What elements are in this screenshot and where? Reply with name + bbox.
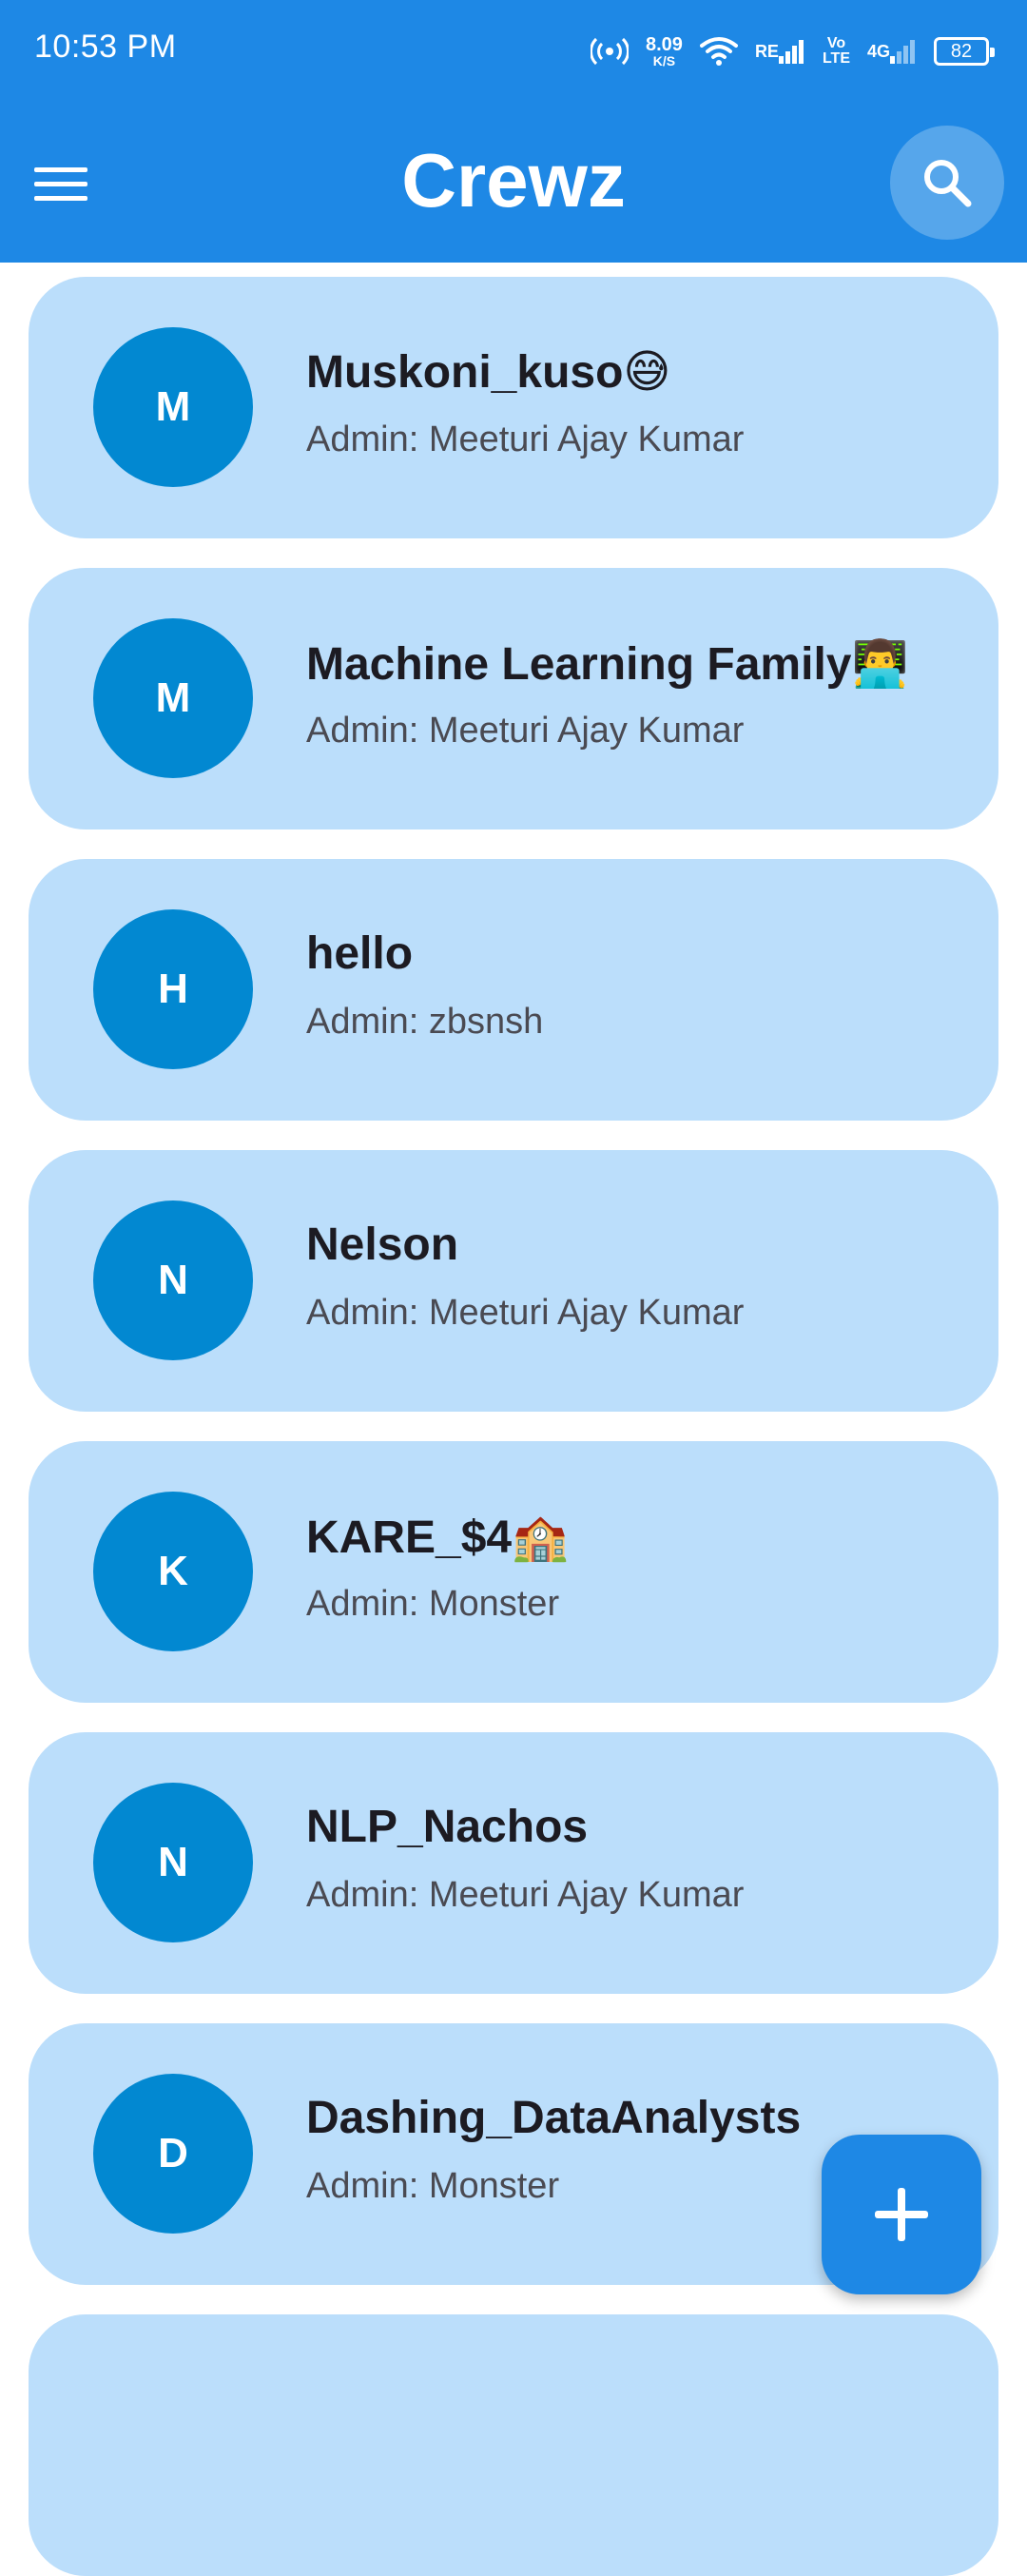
signal-bars-icon: [778, 40, 804, 64]
crew-card[interactable]: H hello Admin: zbsnsh: [29, 859, 998, 1121]
volte-bottom: LTE: [822, 50, 850, 67]
signal-2: 4G: [867, 39, 917, 64]
crew-name: Dashing_DataAnalysts: [306, 2093, 802, 2143]
hotspot-icon: [591, 35, 629, 68]
signal1-label: RE: [754, 42, 779, 61]
search-button[interactable]: [890, 126, 1004, 240]
volte-top: Vo: [826, 35, 846, 51]
plus-icon: [875, 2188, 928, 2241]
crew-name: NLP_Nachos: [306, 1802, 589, 1852]
app-title: Crewz: [401, 138, 626, 223]
crew-admin: Admin: Monster: [306, 1584, 560, 1624]
crew-admin: Admin: Meeturi Ajay Kumar: [306, 1875, 745, 1915]
crew-card[interactable]: M Machine Learning Family👨‍💻 Admin: Meet…: [29, 568, 998, 829]
crew-name: Machine Learning Family👨‍💻: [306, 639, 909, 690]
crew-card[interactable]: K KARE_$4🏫 Admin: Monster: [29, 1441, 998, 1703]
volte-indicator: Vo LTE: [823, 36, 850, 67]
signal-bars-weak-icon: [890, 40, 915, 64]
crew-admin: Admin: zbsnsh: [306, 1002, 544, 1042]
signal2-label: 4G: [866, 42, 890, 61]
crew-admin: Admin: Meeturi Ajay Kumar: [306, 420, 745, 459]
avatar: H: [93, 909, 253, 1069]
crew-admin: Admin: Monster: [306, 2166, 560, 2206]
crew-card-partial[interactable]: [29, 2314, 998, 2576]
net-speed-unit: K/S: [652, 53, 676, 68]
signal-1: RE: [755, 39, 805, 64]
crew-admin: Admin: Meeturi Ajay Kumar: [306, 1293, 745, 1333]
app-bar: Crewz: [0, 103, 1027, 263]
battery-icon: 82: [934, 37, 995, 66]
status-bar: 10:53 PM 8.09 K/S RE Vo LTE 4G 82: [0, 0, 1027, 103]
crew-name: KARE_$4🏫: [306, 1512, 569, 1563]
wifi-icon: [699, 36, 738, 67]
status-icons: 8.09 K/S RE Vo LTE 4G 82: [591, 25, 995, 78]
crew-admin: Admin: Meeturi Ajay Kumar: [306, 711, 745, 751]
search-icon: [924, 160, 972, 207]
crew-name: Nelson: [306, 1220, 459, 1270]
add-crew-button[interactable]: [822, 2135, 981, 2294]
avatar: N: [93, 1783, 253, 1942]
crew-card[interactable]: N NLP_Nachos Admin: Meeturi Ajay Kumar: [29, 1732, 998, 1994]
avatar: D: [93, 2074, 253, 2234]
net-speed-value: 8.09: [646, 34, 683, 55]
crew-card[interactable]: N Nelson Admin: Meeturi Ajay Kumar: [29, 1150, 998, 1412]
status-time: 10:53 PM: [34, 29, 177, 65]
avatar: M: [93, 618, 253, 778]
avatar: M: [93, 327, 253, 487]
network-speed: 8.09 K/S: [646, 35, 683, 68]
avatar: N: [93, 1200, 253, 1360]
crew-name: hello: [306, 928, 414, 979]
crew-card[interactable]: M Muskoni_kuso😅 Admin: Meeturi Ajay Kuma…: [29, 277, 998, 538]
crew-name: Muskoni_kuso😅: [306, 347, 671, 398]
avatar: K: [93, 1492, 253, 1651]
